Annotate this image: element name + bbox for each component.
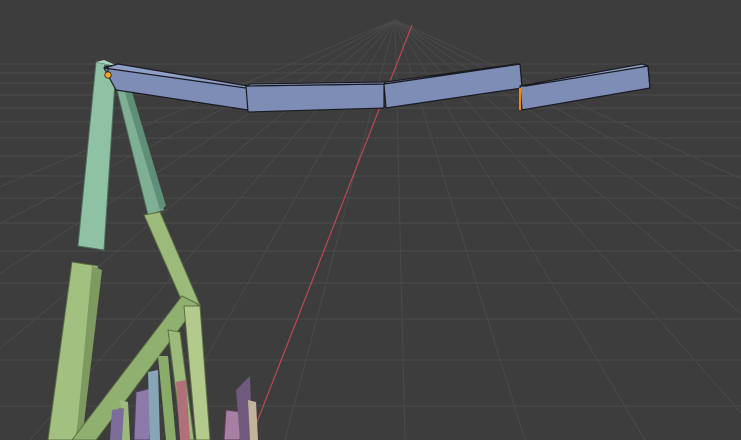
viewport-canvas[interactable] — [0, 0, 741, 440]
3d-viewport[interactable] — [0, 0, 741, 440]
beam-segment-3[interactable] — [383, 63, 523, 109]
beam-segment-2[interactable] — [245, 83, 385, 113]
selected-beam-chain[interactable] — [103, 63, 651, 113]
